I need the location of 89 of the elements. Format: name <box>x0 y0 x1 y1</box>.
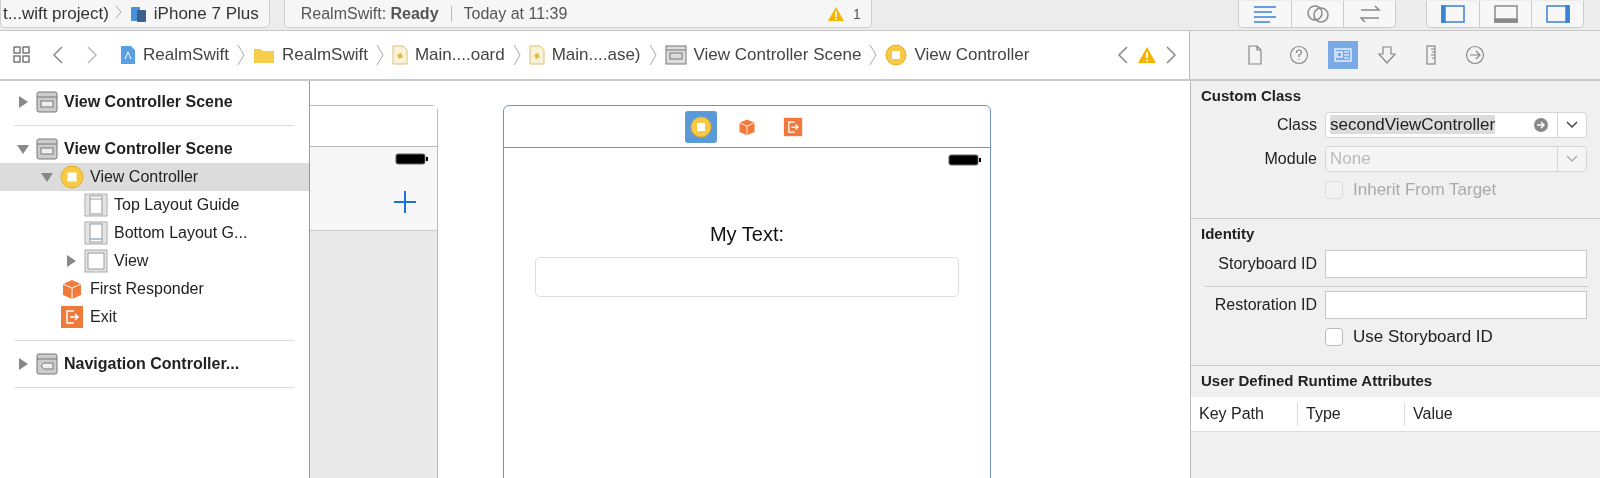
field-label: Restoration ID <box>1213 296 1317 314</box>
disclosure-triangle-icon[interactable] <box>17 96 29 108</box>
previous-issue-icon[interactable] <box>1117 45 1129 65</box>
view-controller-icon <box>60 165 84 189</box>
outline-item[interactable]: First Responder <box>90 280 204 298</box>
field-label: Module <box>1263 150 1317 168</box>
circles-icon <box>1304 5 1331 23</box>
storyboard-id-field[interactable] <box>1325 250 1587 278</box>
battery-icon <box>948 154 982 166</box>
warning-icon[interactable] <box>1137 46 1157 64</box>
selected-row-highlight[interactable]: View Controller <box>0 163 309 191</box>
scene-icon <box>36 138 58 160</box>
warning-icon <box>826 5 845 22</box>
chevron-icon <box>869 44 878 66</box>
checkbox-label: Use Storyboard ID <box>1353 327 1493 347</box>
battery-icon <box>395 153 429 165</box>
outline-item[interactable]: Exit <box>90 308 117 326</box>
outline-item[interactable]: Bottom Layout G... <box>114 224 248 242</box>
view-icon <box>84 249 108 273</box>
cube-icon <box>60 277 84 301</box>
text-label: My Text: <box>709 223 785 246</box>
add-icon[interactable] <box>393 190 417 214</box>
scheme-name: t...wift project) <box>3 3 109 24</box>
field-label: Storyboard ID <box>1217 255 1317 273</box>
restoration-id-field[interactable] <box>1325 291 1587 319</box>
next-issue-icon[interactable] <box>1165 45 1177 65</box>
back-icon[interactable] <box>52 45 64 65</box>
view-controller-icon <box>690 115 712 138</box>
status-time: Today at 11:39 <box>463 4 568 23</box>
bottom-panel-icon <box>1492 5 1519 23</box>
project-icon <box>120 45 136 65</box>
view-controller-dock-button[interactable] <box>685 110 717 143</box>
view-controller-icon <box>885 44 908 66</box>
outline-item[interactable]: Top Layout Guide <box>114 196 240 214</box>
column-header[interactable]: Type <box>1298 402 1405 426</box>
chevron-icon <box>512 44 521 66</box>
top-guide-icon <box>84 193 108 217</box>
breadcrumb-item[interactable]: View Controller Scene <box>664 45 862 65</box>
exit-icon <box>783 116 803 137</box>
breadcrumb-item[interactable]: RealmSwift <box>252 45 368 65</box>
device-name: iPhone 7 Plus <box>153 3 259 24</box>
checkbox-label: Inherit From Target <box>1353 180 1497 200</box>
lines-icon <box>1252 5 1278 23</box>
outline-item[interactable]: View Controller <box>90 168 199 186</box>
breadcrumb-item[interactable]: RealmSwift <box>120 45 229 65</box>
chevron-icon <box>375 44 384 66</box>
text-field[interactable] <box>535 257 959 297</box>
bottom-guide-icon <box>84 221 108 245</box>
help-icon <box>1288 44 1310 66</box>
outline-item[interactable]: View Controller Scene <box>64 140 233 158</box>
scene-icon <box>664 45 687 65</box>
column-header[interactable]: Key Path <box>1191 402 1298 426</box>
disclosure-triangle-icon[interactable] <box>41 171 53 183</box>
right-panel-icon <box>1544 5 1571 23</box>
disclosure-triangle-icon[interactable] <box>17 143 29 155</box>
section-title: User Defined Runtime Attributes <box>1200 372 1434 389</box>
column-header[interactable]: Value <box>1405 402 1453 426</box>
outline-item[interactable]: Navigation Controller... <box>64 355 240 373</box>
checkbox[interactable] <box>1325 328 1343 346</box>
scene-icon <box>36 353 58 375</box>
storyboard-file-icon <box>528 45 545 65</box>
go-to-icon[interactable] <box>1533 117 1549 133</box>
related-items-icon[interactable] <box>12 45 32 65</box>
storyboard-file-icon <box>391 45 408 65</box>
breadcrumb-item[interactable]: Main....oard <box>391 45 505 65</box>
scene-icon <box>36 91 58 113</box>
outline-item[interactable]: View Controller Scene <box>64 93 233 111</box>
left-panel-icon <box>1440 5 1466 23</box>
outline-item[interactable]: View <box>114 252 149 270</box>
arrow-circle-icon <box>1464 44 1486 66</box>
arrows-icon <box>1356 5 1383 23</box>
disclosure-triangle-icon[interactable] <box>65 255 77 267</box>
class-combo-box[interactable]: secondViewController <box>1325 112 1587 138</box>
breadcrumb-item[interactable]: Main....ase) <box>528 45 641 65</box>
warning-count: 1 <box>852 5 861 22</box>
status-text: RealmSwift: Ready <box>300 4 439 23</box>
forward-icon[interactable] <box>86 45 98 65</box>
field-label: Class <box>1276 116 1317 134</box>
section-title: Custom Class <box>1200 87 1303 104</box>
dropdown-caret-icon[interactable] <box>1566 121 1578 129</box>
folder-icon <box>252 46 275 64</box>
section-title: Identity <box>1200 225 1256 242</box>
exit-icon <box>60 305 84 329</box>
scheme-selector[interactable]: t...wift project) iPhone 7 Plus <box>0 0 270 28</box>
identity-inspector-tab[interactable] <box>1328 41 1358 69</box>
disclosure-triangle-icon[interactable] <box>17 358 29 370</box>
chevron-icon <box>648 44 657 66</box>
breadcrumb-item[interactable]: View Controller <box>885 44 1030 66</box>
chevron-icon <box>236 44 245 66</box>
